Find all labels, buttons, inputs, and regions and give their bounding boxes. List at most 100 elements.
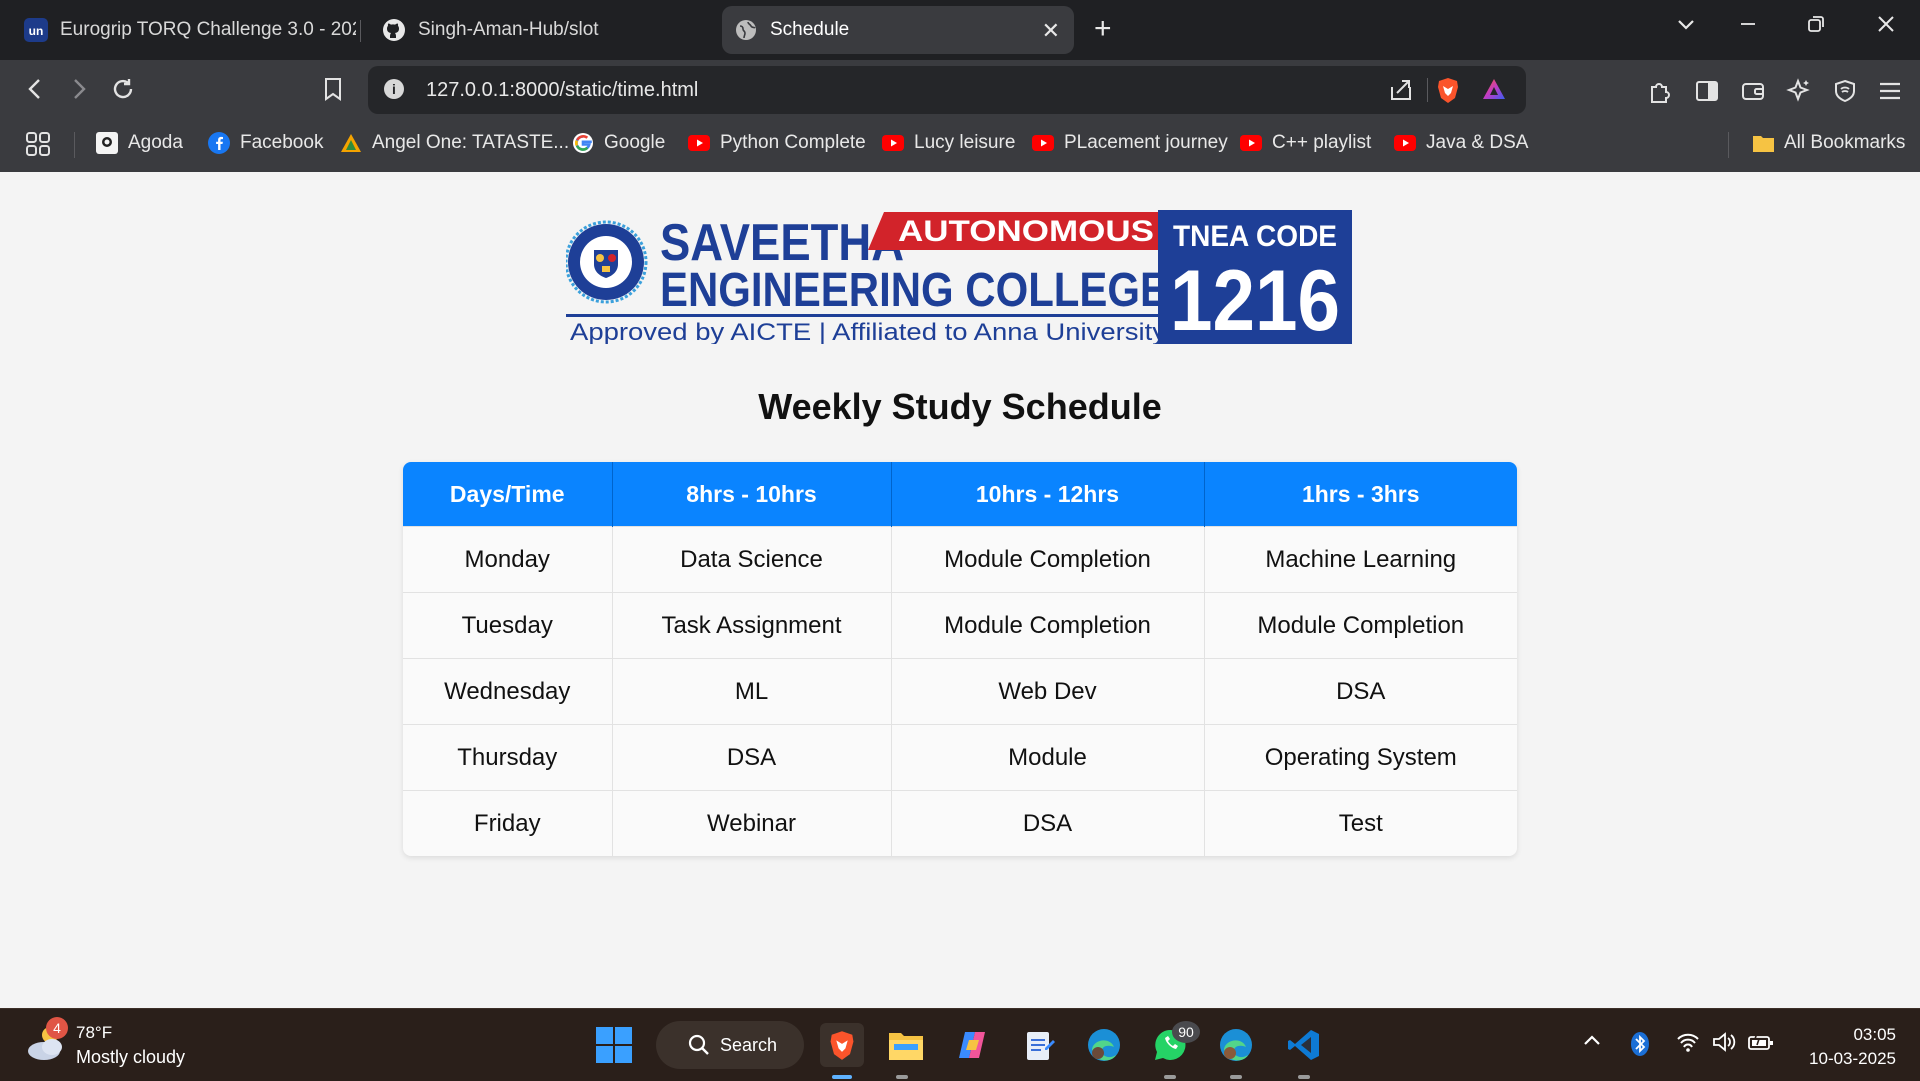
- sidebar-icon[interactable]: [1694, 78, 1720, 109]
- reload-icon[interactable]: [110, 76, 136, 107]
- bookmark-cpp-playlist[interactable]: C++ playlist: [1240, 132, 1371, 154]
- table-cell: Machine Learning: [1204, 526, 1517, 593]
- autonomous-label: AUTONOMOUS: [898, 215, 1154, 248]
- new-tab-button[interactable]: +: [1094, 12, 1112, 46]
- restore-icon[interactable]: [1806, 14, 1826, 40]
- system-clock[interactable]: 03:05 10-03-2025: [1809, 1023, 1896, 1071]
- volume-icon[interactable]: [1712, 1031, 1738, 1058]
- file-explorer-icon[interactable]: [884, 1023, 928, 1067]
- divider: [74, 132, 75, 158]
- column-header: 10hrs - 12hrs: [891, 462, 1205, 527]
- divider: [1427, 78, 1428, 102]
- tab-search-chevron-icon[interactable]: [1676, 14, 1696, 40]
- table-cell: Module Completion: [1204, 592, 1517, 659]
- youtube-icon: [1032, 132, 1054, 154]
- bookmark-python-complete[interactable]: Python Complete: [688, 132, 866, 154]
- show-hidden-icons-chevron-icon[interactable]: [1582, 1031, 1602, 1056]
- bookmark-label: Angel One: TATASTE...: [372, 132, 570, 153]
- brave-shields-icon[interactable]: [1434, 76, 1462, 109]
- all-bookmarks-button[interactable]: All Bookmarks: [1752, 132, 1905, 154]
- divider: [1728, 132, 1729, 158]
- leo-ai-icon[interactable]: [1786, 78, 1812, 109]
- table-cell: Task Assignment: [612, 592, 892, 659]
- tab-github[interactable]: Singh-Aman-Hub/slot: [370, 6, 710, 54]
- bookmark-placement-journey[interactable]: PLacement journey: [1032, 132, 1228, 154]
- table-cell: Module Completion: [891, 526, 1205, 593]
- edge-icon[interactable]: [1214, 1023, 1258, 1067]
- table-row: Monday Data Science Module Completion Ma…: [403, 526, 1517, 593]
- college-seal-icon: [566, 220, 648, 304]
- copilot-icon[interactable]: [950, 1023, 994, 1067]
- active-app-indicator: [832, 1075, 852, 1079]
- day-cell: Tuesday: [403, 592, 613, 659]
- table-header-row: Days/Time 8hrs - 10hrs 10hrs - 12hrs 1hr…: [403, 462, 1517, 527]
- vscode-icon[interactable]: [1282, 1023, 1326, 1067]
- table-cell: Webinar: [612, 790, 892, 856]
- youtube-icon: [1394, 132, 1416, 154]
- bookmark-angel-one[interactable]: Angel One: TATASTE...: [340, 132, 569, 154]
- table-cell: Operating System: [1204, 724, 1517, 791]
- clock-date: 10-03-2025: [1809, 1049, 1896, 1068]
- table-cell: DSA: [612, 724, 892, 791]
- forward-icon[interactable]: [68, 76, 90, 107]
- table-cell: Data Science: [612, 526, 892, 593]
- bookmark-label: Python Complete: [720, 132, 866, 153]
- table-cell: Web Dev: [891, 658, 1205, 725]
- menu-icon[interactable]: [1878, 78, 1902, 109]
- tab-eurogrip[interactable]: un Eurogrip TORQ Challenge 3.0 - 2025: [12, 6, 368, 54]
- back-icon[interactable]: [24, 76, 46, 107]
- wifi-icon[interactable]: [1676, 1031, 1700, 1058]
- page-title: Weekly Study Schedule: [758, 386, 1162, 427]
- edge-profile-icon[interactable]: [1082, 1023, 1126, 1067]
- tab-schedule[interactable]: Schedule ✕: [722, 6, 1074, 54]
- table-row: Thursday DSA Module Operating System: [403, 724, 1517, 791]
- weather-temp: 78°F: [76, 1023, 113, 1042]
- extensions-icon[interactable]: [1648, 78, 1674, 109]
- brave-rewards-icon[interactable]: [1480, 76, 1508, 109]
- bookmark-label: Agoda: [128, 132, 183, 153]
- youtube-icon: [688, 132, 710, 154]
- vpn-shield-icon[interactable]: [1832, 78, 1858, 109]
- notepad-icon[interactable]: [1018, 1023, 1062, 1067]
- url-text: 127.0.0.1:8000/static/time.html: [426, 79, 699, 101]
- bookmark-icon[interactable]: [322, 76, 344, 107]
- address-bar[interactable]: i 127.0.0.1:8000/static/time.html: [368, 66, 1526, 114]
- day-cell: Friday: [403, 790, 613, 856]
- minimize-icon[interactable]: [1738, 14, 1758, 40]
- clock-time: 03:05: [1853, 1025, 1896, 1044]
- bookmark-java-dsa[interactable]: Java & DSA: [1394, 132, 1528, 154]
- taskbar-search[interactable]: Search: [656, 1021, 804, 1069]
- youtube-icon: [882, 132, 904, 154]
- folder-icon: [1752, 132, 1774, 154]
- share-icon[interactable]: [1388, 77, 1414, 108]
- bookmark-label: Lucy leisure: [914, 132, 1016, 153]
- close-tab-icon[interactable]: ✕: [1042, 18, 1060, 44]
- day-cell: Wednesday: [403, 658, 613, 725]
- apps-grid-icon[interactable]: [24, 130, 52, 158]
- bookmark-label: PLacement journey: [1064, 132, 1228, 153]
- taskbar: 4 78°F Mostly cloudy Search 90 03:05 10-…: [0, 1008, 1920, 1081]
- column-header: Days/Time: [403, 462, 613, 527]
- bookmark-label: Google: [604, 132, 666, 153]
- table-cell: Test: [1204, 790, 1517, 856]
- bookmark-lucy-leisure[interactable]: Lucy leisure: [882, 132, 1015, 154]
- close-window-icon[interactable]: [1876, 14, 1896, 40]
- weather-alert-badge: 4: [46, 1017, 68, 1039]
- globe-icon: [734, 18, 758, 42]
- weather-widget[interactable]: 4 78°F Mostly cloudy: [24, 1017, 185, 1070]
- bookmark-facebook[interactable]: Facebook: [208, 132, 323, 154]
- day-cell: Thursday: [403, 724, 613, 791]
- wallet-icon[interactable]: [1740, 78, 1766, 109]
- page-content: SAVEETHA AUTONOMOUS ENGINEERING COLLEGE …: [0, 172, 1920, 1008]
- battery-icon[interactable]: [1748, 1031, 1774, 1058]
- tab-label: Schedule: [770, 19, 850, 40]
- schedule-table: Days/Time 8hrs - 10hrs 10hrs - 12hrs 1hr…: [403, 462, 1517, 856]
- running-app-indicator: [1164, 1075, 1176, 1079]
- bookmark-agoda[interactable]: Agoda: [96, 132, 183, 154]
- unstop-icon: un: [24, 18, 48, 42]
- bluetooth-icon[interactable]: [1630, 1031, 1650, 1062]
- site-info-icon[interactable]: i: [384, 79, 404, 99]
- start-icon[interactable]: [592, 1023, 636, 1067]
- brave-taskbar-icon[interactable]: [820, 1023, 864, 1067]
- bookmark-google[interactable]: Google: [572, 132, 665, 154]
